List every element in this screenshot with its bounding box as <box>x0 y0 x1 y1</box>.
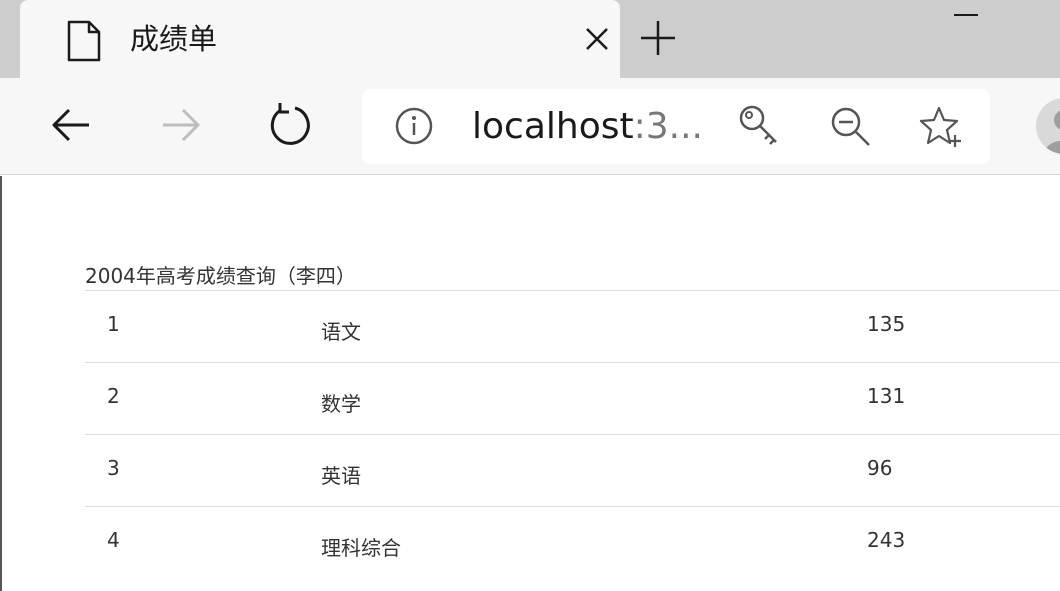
cell-id: 2 <box>107 384 120 408</box>
page-content: 2004年高考成绩查询（李四） 1 语文 135 2 数学 131 3 英语 9… <box>0 176 1060 591</box>
info-icon[interactable] <box>394 106 434 146</box>
document-icon <box>67 20 101 62</box>
refresh-icon[interactable] <box>266 101 314 149</box>
cell-subject: 语文 <box>321 320 361 344</box>
cell-score: 96 <box>867 456 893 480</box>
table-row: 4 理科综合 243 <box>85 506 1060 579</box>
zoom-out-icon[interactable] <box>828 104 874 150</box>
url-text[interactable]: localhost:3... <box>472 105 703 149</box>
address-bar[interactable]: localhost:3... <box>362 89 990 164</box>
cell-subject: 英语 <box>321 464 361 488</box>
tab-title: 成绩单 <box>130 22 218 56</box>
cell-id: 4 <box>107 528 120 552</box>
tab-strip: 成绩单 <box>0 0 1060 78</box>
url-host: localhost <box>472 106 634 147</box>
cell-id: 3 <box>107 456 120 480</box>
table-row: 2 数学 131 <box>85 362 1060 435</box>
plus-icon[interactable] <box>638 18 678 58</box>
cell-score: 131 <box>867 384 906 408</box>
cell-score: 243 <box>867 528 906 552</box>
active-tab[interactable]: 成绩单 <box>20 0 620 78</box>
close-icon[interactable] <box>582 24 612 54</box>
cell-subject: 数学 <box>321 392 361 416</box>
score-table: 1 语文 135 2 数学 131 3 英语 96 4 理科综合 243 <box>85 290 1060 579</box>
url-rest: :3... <box>633 106 703 147</box>
person-icon <box>1044 110 1060 154</box>
key-icon[interactable] <box>738 104 784 150</box>
minimize-icon[interactable] <box>952 6 980 22</box>
table-row: 1 语文 135 <box>85 290 1060 363</box>
browser-toolbar: localhost:3... <box>0 78 1060 175</box>
avatar[interactable] <box>1036 98 1060 154</box>
star-plus-icon[interactable] <box>918 104 964 150</box>
cell-score: 135 <box>867 312 906 336</box>
forward-arrow-icon[interactable] <box>157 101 205 149</box>
cell-subject: 理科综合 <box>321 536 401 560</box>
page-heading: 2004年高考成绩查询（李四） <box>85 264 356 288</box>
back-arrow-icon[interactable] <box>47 101 95 149</box>
cell-id: 1 <box>107 312 120 336</box>
table-row: 3 英语 96 <box>85 434 1060 507</box>
